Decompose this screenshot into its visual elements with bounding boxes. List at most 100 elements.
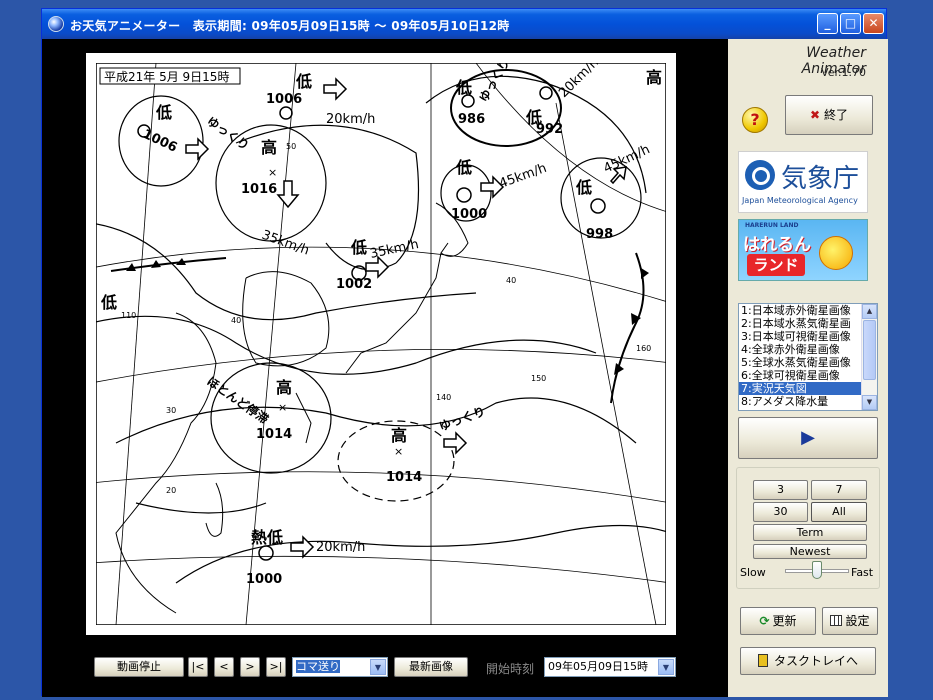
system-kind: 高 — [646, 68, 662, 87]
newest-button[interactable]: Newest — [753, 544, 867, 559]
refresh-label: 更新 — [772, 614, 797, 628]
client-area: 平成21年 5月 9日15時 低 1006 低 1006 高 1016 低 98… — [42, 39, 888, 697]
close-button[interactable]: ✕ — [863, 13, 884, 34]
list-item-selected[interactable]: 7:実況天気図 — [739, 382, 861, 395]
svg-text:40: 40 — [231, 316, 241, 325]
svg-text:×: × — [268, 166, 277, 179]
range-all-button[interactable]: All — [811, 502, 867, 522]
image-type-list[interactable]: 1:日本域赤外衛星画像 2:日本域水蒸気衛星画 3:日本域可視衛星画像 4:全球… — [738, 303, 878, 411]
sun-mascot-icon — [819, 236, 853, 270]
term-button[interactable]: Term — [753, 524, 867, 541]
app-window: お天気アニメーター 表示期間: 09年05月09日15時 ～ 09年05月10日… — [41, 8, 888, 697]
playback-toolbar: 動画停止 |< < > >| コマ送り ▼ 最新画像 開始時刻 09年05月09… — [42, 657, 732, 683]
exit-label: 終了 — [824, 108, 849, 122]
weather-map: 平成21年 5月 9日15時 低 1006 低 1006 高 1016 低 98… — [86, 53, 676, 635]
title-bar[interactable]: お天気アニメーター 表示期間: 09年05月09日15時 ～ 09年05月10日… — [42, 9, 886, 39]
svg-text:40: 40 — [506, 276, 516, 285]
next-frame-button[interactable]: > — [240, 657, 260, 677]
system-pressure: 1014 — [256, 427, 292, 442]
harerun-top: HARERUN LAND — [745, 222, 799, 229]
list-item[interactable]: 3:日本域可視衛星画像 — [739, 330, 861, 343]
system-pressure: 1016 — [241, 182, 277, 197]
svg-text:30: 30 — [166, 406, 176, 415]
system-pressure: 1006 — [266, 92, 302, 107]
stop-animation-button[interactable]: 動画停止 — [94, 657, 184, 677]
list-item[interactable]: 6:全球可視衛星画像 — [739, 369, 861, 382]
play-icon: ▶ — [801, 427, 815, 448]
system-kind: 低 — [455, 158, 472, 177]
minimize-button[interactable]: _ — [817, 13, 838, 34]
system-kind: 低 — [155, 103, 172, 122]
system-pressure: 998 — [586, 227, 613, 242]
settings-grid-icon — [830, 615, 843, 626]
list-scrollbar[interactable]: ▲ ▼ — [861, 304, 877, 410]
play-button[interactable]: ▶ — [738, 417, 878, 459]
scroll-up-icon[interactable]: ▲ — [862, 304, 877, 319]
system-kind: 低 — [575, 178, 592, 197]
system-kind: 熱低 — [251, 528, 283, 547]
speed-label: 20km/h — [316, 540, 365, 555]
start-time-label: 開始時刻 — [486, 662, 535, 676]
speed-slider-thumb[interactable] — [812, 561, 822, 579]
svg-text:×: × — [278, 401, 287, 414]
system-pressure: 1000 — [246, 572, 282, 587]
weather-map-svg: 平成21年 5月 9日15時 低 1006 低 1006 高 1016 低 98… — [96, 63, 666, 625]
start-time-value: 09年05月09日15時 — [548, 660, 648, 673]
first-frame-button[interactable]: |< — [188, 657, 208, 677]
harerun-line1: はれるん — [743, 235, 811, 255]
start-time-select[interactable]: 09年05月09日15時 ▼ — [544, 657, 676, 677]
fast-label: Fast — [851, 566, 874, 579]
svg-text:110: 110 — [121, 311, 136, 320]
frame-mode-value: コマ送り — [296, 660, 340, 673]
list-item[interactable]: 8:アメダス降水量 — [739, 395, 861, 408]
chevron-down-icon[interactable]: ▼ — [658, 659, 674, 675]
range-3-button[interactable]: 3 — [753, 480, 808, 500]
system-kind: 高 — [261, 138, 277, 157]
list-item[interactable]: 4:全球赤外衛星画像 — [739, 343, 861, 356]
harerun-land-logo[interactable]: HARERUN LAND はれるん ランド — [738, 219, 868, 281]
harerun-line2: ランド — [747, 254, 805, 276]
svg-text:160: 160 — [636, 344, 651, 353]
svg-text:×: × — [394, 445, 403, 458]
system-pressure: 986 — [458, 112, 485, 127]
control-panel: Weather Animator Ver.1.70 ? ✖ 終了 気象庁 Japa… — [728, 39, 888, 697]
prev-frame-button[interactable]: < — [214, 657, 234, 677]
list-item[interactable]: 2:日本域水蒸気衛星画 — [739, 317, 861, 330]
scroll-thumb[interactable] — [863, 320, 876, 380]
last-frame-button[interactable]: >| — [266, 657, 286, 677]
jma-logo[interactable]: 気象庁 Japan Meteorological Agency — [738, 151, 868, 213]
system-pressure: 1014 — [386, 470, 422, 485]
help-icon[interactable]: ? — [742, 107, 768, 133]
speed-label: 20km/h — [326, 112, 375, 127]
door-icon — [757, 654, 768, 667]
range-7-button[interactable]: 7 — [811, 480, 867, 500]
range-30-button[interactable]: 30 — [753, 502, 808, 522]
system-pressure: 1002 — [336, 277, 372, 292]
system-kind: 高 — [276, 378, 292, 397]
refresh-button[interactable]: ⟳ 更新 — [740, 607, 816, 635]
chevron-down-icon[interactable]: ▼ — [370, 659, 386, 675]
refresh-icon: ⟳ — [759, 614, 770, 628]
app-icon — [48, 16, 64, 32]
system-kind: 低 — [295, 72, 312, 91]
system-kind: 低 — [455, 78, 472, 97]
settings-button[interactable]: 設定 — [822, 607, 878, 635]
settings-label: 設定 — [845, 614, 870, 628]
list-item[interactable]: 5:全球水蒸気衛星画像 — [739, 356, 861, 369]
exit-button[interactable]: ✖ 終了 — [785, 95, 873, 135]
maximize-button[interactable]: □ — [840, 13, 861, 34]
speed-range-group: 3 7 30 All Term Newest Slow Fast — [736, 467, 880, 589]
task-tray-button[interactable]: タスクトレイへ — [740, 647, 876, 675]
svg-text:140: 140 — [436, 393, 451, 402]
system-kind: 低 — [100, 293, 117, 312]
scroll-down-icon[interactable]: ▼ — [862, 395, 877, 410]
system-pressure: 992 — [536, 122, 563, 137]
system-kind: 低 — [350, 238, 367, 257]
list-item[interactable]: 1:日本域赤外衛星画像 — [739, 304, 861, 317]
window-title: お天気アニメーター 表示期間: 09年05月09日15時 ～ 09年05月10日… — [70, 19, 510, 33]
jma-logo-text: 気象庁 — [781, 164, 860, 194]
latest-image-button[interactable]: 最新画像 — [394, 657, 468, 677]
tray-label: タスクトレイへ — [773, 654, 858, 668]
app-version: Ver.1.70 — [821, 66, 866, 79]
frame-mode-select[interactable]: コマ送り ▼ — [292, 657, 388, 677]
